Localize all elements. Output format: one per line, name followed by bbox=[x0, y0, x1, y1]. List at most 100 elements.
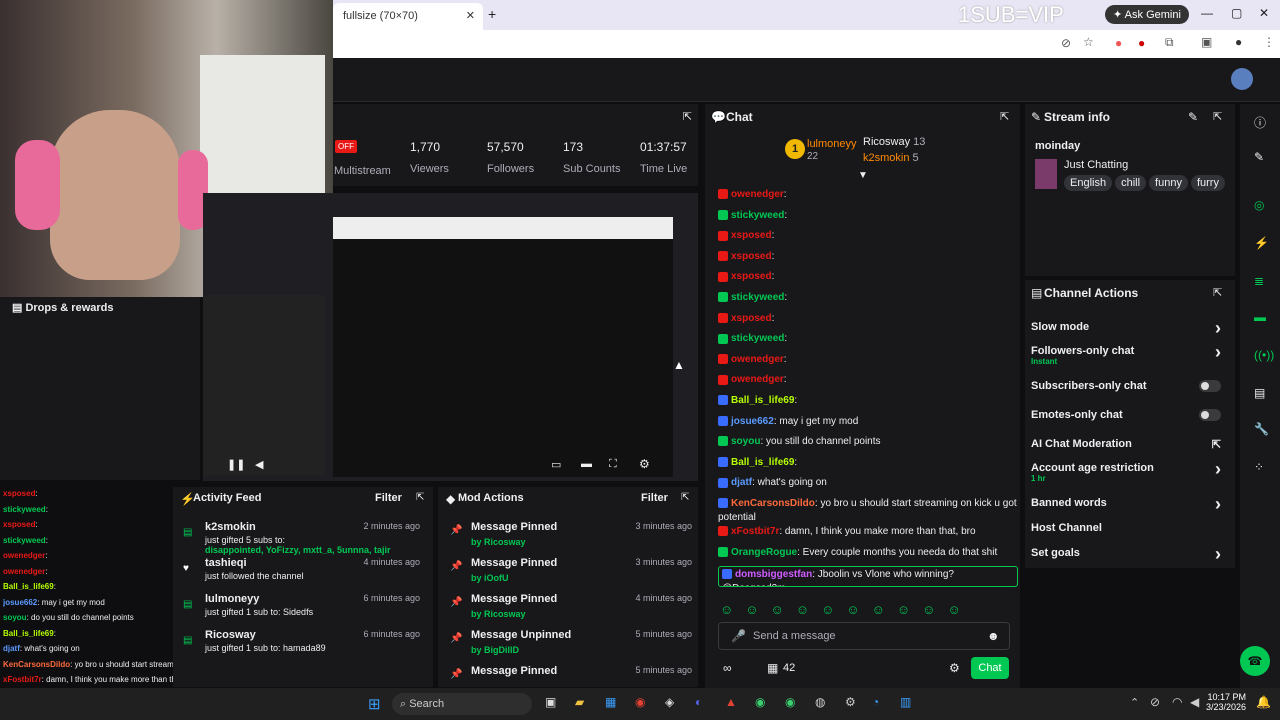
chat-message[interactable]: owenedger: bbox=[718, 353, 1018, 374]
chat-message[interactable]: Ball_is_life69: bbox=[718, 394, 1018, 415]
network-icon[interactable]: ⊘ bbox=[1150, 695, 1160, 709]
steam-icon[interactable]: ◍ bbox=[815, 695, 825, 709]
notification-icon[interactable]: 🔔 bbox=[1256, 695, 1271, 709]
dots-icon[interactable]: ⁘ bbox=[1254, 460, 1264, 474]
chat-username[interactable]: OrangeRogue bbox=[731, 547, 797, 558]
tag[interactable]: furry bbox=[1190, 175, 1225, 191]
activity-item[interactable]: ▤ Ricosway 6 minutes ago just gifted 1 sub … bbox=[183, 629, 428, 663]
app-icon[interactable]: ◈ bbox=[665, 695, 674, 709]
app-icon-3[interactable]: ▥ bbox=[900, 695, 911, 709]
activity-filter-button[interactable]: Filter bbox=[375, 492, 402, 504]
taskview-icon[interactable]: ▣ bbox=[545, 695, 556, 709]
activity-item[interactable]: ▤ k2smokin 2 minutes ago just gifted 5 subs… bbox=[183, 521, 428, 555]
chat-bubble-icon[interactable]: ▬ bbox=[1254, 310, 1266, 324]
chat-username[interactable]: owenedger bbox=[731, 189, 784, 200]
wrench-icon[interactable]: 🔧 bbox=[1254, 422, 1269, 436]
mod-filter-button[interactable]: Filter bbox=[641, 492, 668, 504]
chat-message[interactable]: stickyweed: bbox=[718, 291, 1018, 312]
chrome-icon[interactable]: ◉ bbox=[635, 695, 645, 709]
chat-username[interactable]: djatf bbox=[731, 477, 752, 488]
popout-icon[interactable]: ⇱ bbox=[1000, 110, 1009, 123]
pencil-icon[interactable]: ✎ bbox=[1254, 150, 1264, 164]
store-icon[interactable]: ▦ bbox=[605, 695, 616, 709]
explorer-icon[interactable]: ▰ bbox=[575, 695, 584, 709]
chat-username[interactable]: owenedger bbox=[731, 354, 784, 365]
channel-action-0[interactable]: Slow mode › bbox=[1031, 318, 1229, 341]
target-icon[interactable]: ◎ bbox=[1254, 198, 1264, 212]
chrome-icon-2[interactable]: ◉ bbox=[755, 695, 765, 709]
activity-item[interactable]: ♥ tashieqi 4 minutes ago just followed the … bbox=[183, 557, 428, 591]
chat-username[interactable]: owenedger bbox=[731, 374, 784, 385]
mute-icon[interactable]: ⊘ bbox=[1061, 36, 1071, 50]
chat-username[interactable]: xsposed bbox=[731, 230, 772, 241]
pip-icon[interactable]: ▭ bbox=[551, 458, 561, 471]
extension-icon-2[interactable]: ● bbox=[1138, 36, 1145, 50]
chat-message[interactable]: djatf: what's going on bbox=[718, 476, 1018, 497]
chat-username[interactable]: soyou bbox=[731, 436, 760, 447]
chat-message[interactable]: xsposed: bbox=[718, 312, 1018, 333]
chat-message[interactable]: owenedger: bbox=[718, 373, 1018, 394]
chat-username[interactable]: domsbiggestfan bbox=[735, 569, 812, 580]
settings-icon[interactable]: ⚙ bbox=[639, 457, 650, 471]
info-circle-icon[interactable]: ⓘ bbox=[1254, 114, 1266, 131]
chat-message[interactable]: xsposed: bbox=[718, 270, 1018, 291]
chrome-icon-3[interactable]: ◉ bbox=[785, 695, 795, 709]
toggle-switch[interactable] bbox=[1199, 380, 1221, 392]
channel-action-4[interactable]: AI Chat Moderation ⇱ bbox=[1031, 438, 1229, 458]
popout-icon[interactable]: ⇱ bbox=[1213, 110, 1222, 123]
channel-action-8[interactable]: Set goals › bbox=[1031, 544, 1229, 567]
chat-message[interactable]: xsposed: bbox=[718, 250, 1018, 271]
channel-action-2[interactable]: Subscribers-only chat bbox=[1031, 380, 1229, 400]
new-tab-icon[interactable]: + bbox=[488, 6, 496, 22]
discord-icon[interactable]: ◐ bbox=[695, 695, 702, 709]
external-link-icon[interactable]: ⇱ bbox=[1212, 438, 1221, 451]
volume-icon[interactable]: ◀ bbox=[255, 458, 263, 471]
broadcast-icon[interactable]: ((•)) bbox=[1254, 348, 1274, 362]
mod-item[interactable]: 📌 Message Pinned 3 minutes ago by Ricosway bbox=[450, 521, 692, 555]
gear-icon[interactable]: ⚙ bbox=[845, 695, 856, 709]
list-icon[interactable]: ≣ bbox=[1254, 274, 1264, 288]
pause-icon[interactable]: ❚❚ bbox=[227, 458, 245, 471]
theater-icon[interactable]: ▬ bbox=[581, 458, 592, 470]
channel-points[interactable]: 42 bbox=[783, 662, 795, 674]
bolt-icon[interactable]: ⚡ bbox=[1254, 236, 1269, 250]
chat-username[interactable]: stickyweed bbox=[731, 292, 784, 303]
drops-rewards[interactable]: ▤ Drops & rewards bbox=[12, 301, 113, 314]
minimize-icon[interactable]: — bbox=[1201, 6, 1213, 20]
app-icon-2[interactable]: ▲ bbox=[725, 695, 737, 709]
chat-username[interactable]: stickyweed bbox=[731, 210, 784, 221]
chat-message[interactable]: xFostbit7r: damn, I think you make more … bbox=[718, 525, 1018, 546]
leader-3[interactable]: k2smokin 5 bbox=[863, 152, 919, 164]
popout-icon[interactable]: ⇱ bbox=[681, 492, 689, 503]
tag[interactable]: English bbox=[1064, 175, 1113, 191]
speaker-icon[interactable]: ◀ bbox=[1190, 695, 1199, 709]
sidebar-icon[interactable]: ▣ bbox=[1201, 35, 1212, 49]
mod-item[interactable]: 📌 Message Unpinned 5 minutes ago by BigDill… bbox=[450, 629, 692, 663]
chat-settings-icon[interactable]: ⚙ bbox=[949, 661, 960, 675]
multistream-label[interactable]: Multistream bbox=[334, 165, 391, 177]
chat-username[interactable]: stickyweed bbox=[731, 333, 784, 344]
puzzle-icon[interactable]: ⧉ bbox=[1165, 35, 1174, 50]
maximize-icon[interactable]: ▢ bbox=[1231, 6, 1242, 20]
mod-item[interactable]: 📌 Message Pinned 4 minutes ago by Ricosway bbox=[450, 593, 692, 627]
menu-icon[interactable]: ⋮ bbox=[1263, 35, 1275, 49]
fullscreen-icon[interactable]: ⛶ bbox=[609, 458, 617, 471]
support-icon[interactable]: ☎ bbox=[1240, 646, 1270, 676]
chat-message[interactable]: soyou: you still do channel points bbox=[718, 435, 1018, 456]
chat-message[interactable]: KenCarsonsDildo: yo bro u should start s… bbox=[718, 497, 1018, 525]
leader-2[interactable]: Ricosway 13 bbox=[863, 136, 925, 148]
collapse-icon[interactable]: ▼ bbox=[858, 170, 868, 181]
taskbar-search[interactable]: ⌕ Search bbox=[392, 693, 532, 715]
activity-item[interactable]: ▤ lulmoneyy 6 minutes ago just gifted 1 sub… bbox=[183, 593, 428, 627]
wifi-icon[interactable]: ◠ bbox=[1172, 695, 1182, 709]
emoji-icon[interactable]: ☻ bbox=[987, 629, 1000, 643]
channel-action-6[interactable]: Banned words › bbox=[1031, 494, 1229, 517]
chat-input[interactable]: 🎤 Send a message ☻ bbox=[718, 622, 1010, 650]
chat-message[interactable]: OrangeRogue: Every couple months you nee… bbox=[718, 546, 1018, 567]
toggle-switch[interactable] bbox=[1199, 409, 1221, 421]
chat-username[interactable]: josue662 bbox=[731, 416, 774, 427]
taskbar-clock[interactable]: 10:17 PM 3/23/2026 bbox=[1206, 692, 1246, 712]
edit-icon[interactable]: ✎ bbox=[1188, 110, 1198, 124]
popout-icon[interactable]: ⇱ bbox=[1213, 286, 1222, 299]
chat-username[interactable]: xsposed bbox=[731, 271, 772, 282]
